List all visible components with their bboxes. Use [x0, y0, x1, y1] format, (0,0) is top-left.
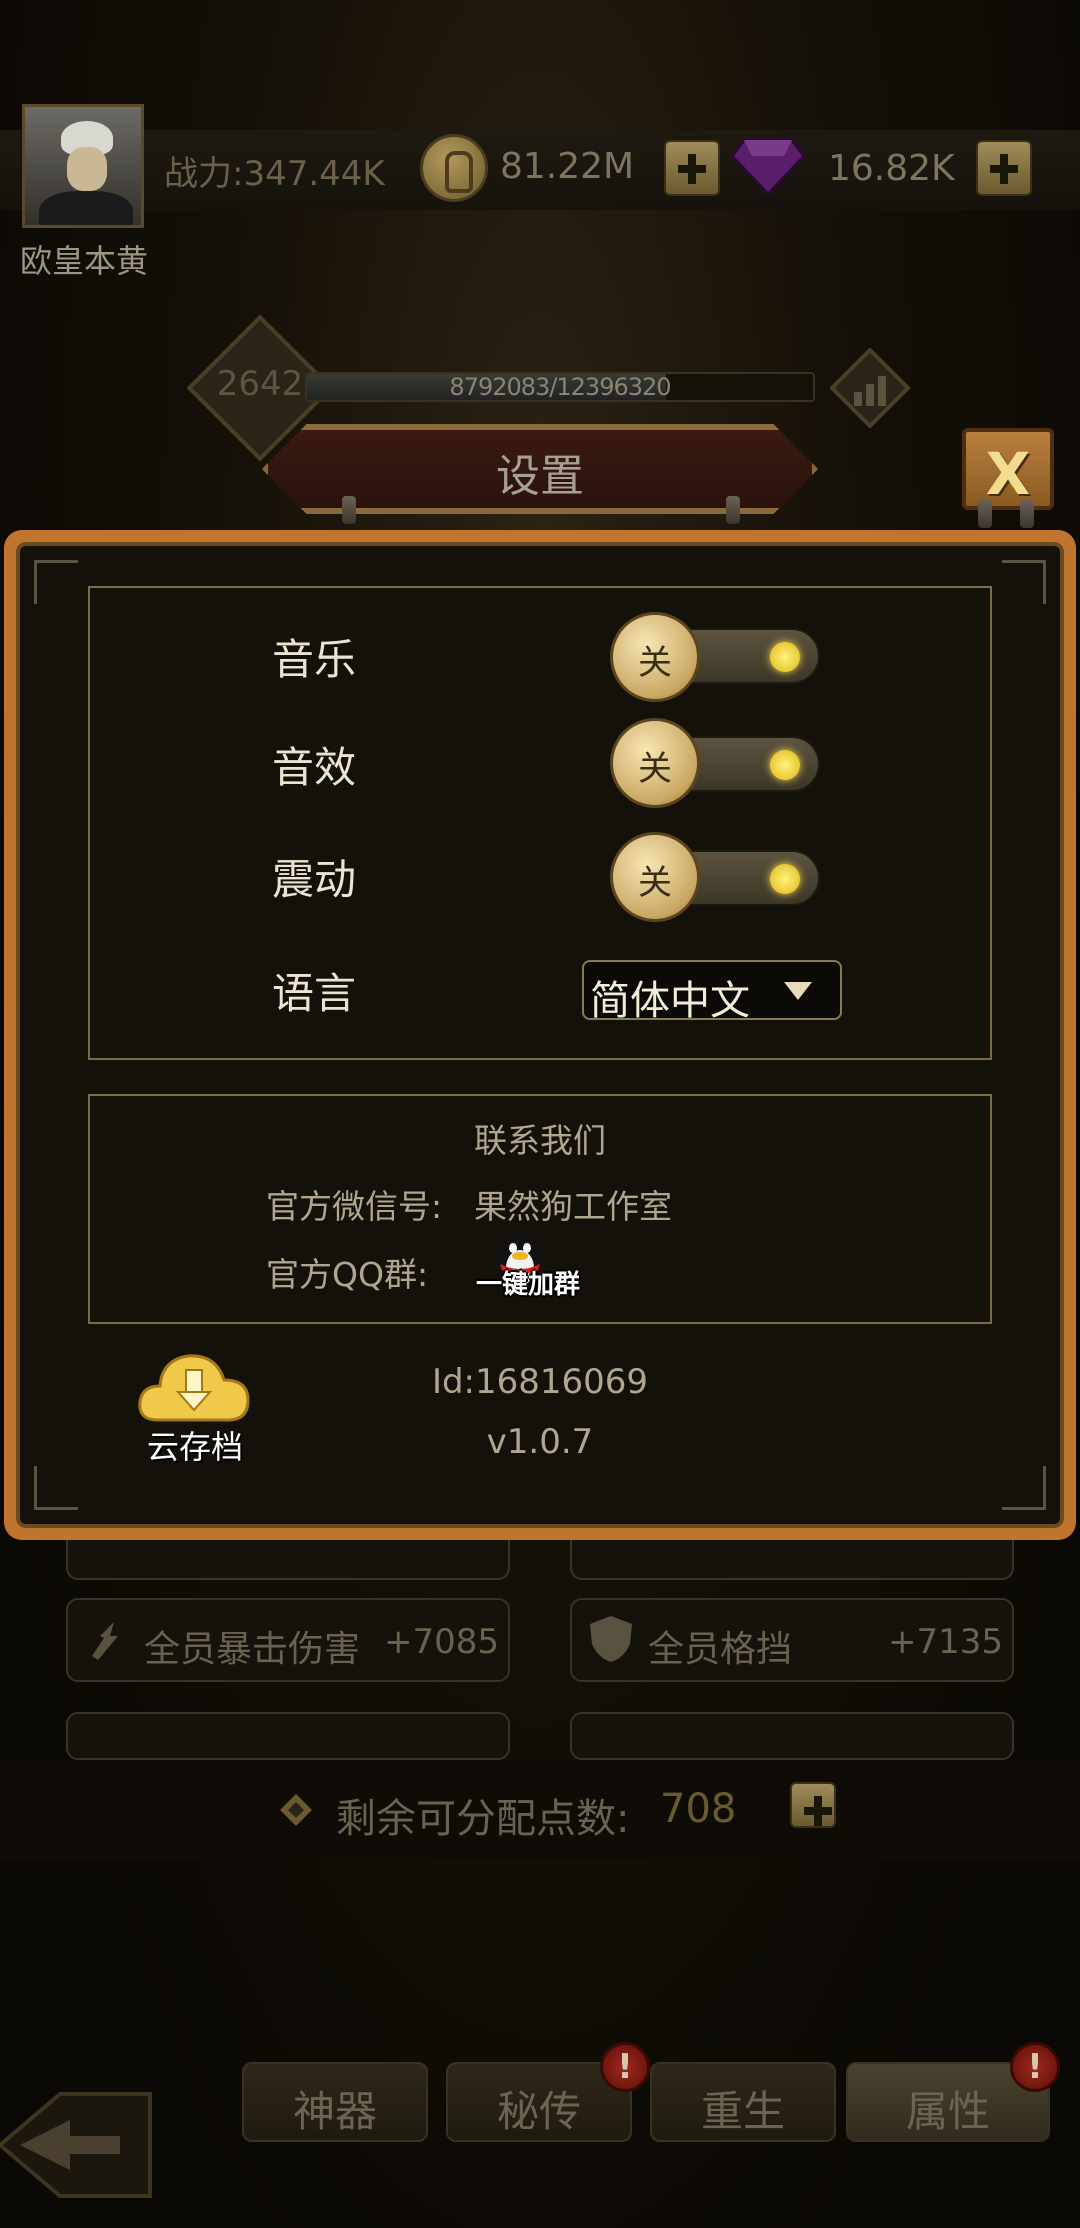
- toggle-knob-label: 关: [638, 643, 672, 683]
- corner-ornament: [1002, 1466, 1046, 1510]
- points-label: 剩余可分配点数:: [336, 1796, 630, 1842]
- xp-text: 8792083/12396320: [449, 373, 671, 401]
- app-version: v1.0.7: [486, 1422, 594, 1462]
- corner-ornament: [34, 1466, 78, 1510]
- cloud-save-icon[interactable]: [138, 1346, 250, 1426]
- close-icon: X: [985, 440, 1031, 508]
- tab-label: 神器: [292, 2087, 377, 2136]
- music-toggle-knob[interactable]: 关: [610, 612, 700, 702]
- language-label: 语言: [272, 969, 357, 1018]
- plaque-nail: [978, 500, 992, 528]
- language-select[interactable]: 简体中文: [582, 960, 842, 1024]
- settings-box: [88, 586, 992, 1060]
- stat-value: +7085: [384, 1622, 500, 1662]
- gold-coin-icon: [420, 134, 488, 202]
- game-screen: 欧皇本黄 战力:347.44K 81.22M 16.82K 2642 87920…: [0, 0, 1080, 2228]
- gold-amount: 81.22M: [500, 146, 635, 187]
- contact-title: 联系我们: [474, 1121, 606, 1160]
- stat-value: +7135: [888, 1622, 1004, 1662]
- close-button[interactable]: X: [962, 428, 1054, 510]
- music-label: 音乐: [272, 635, 357, 684]
- cloud-save-label[interactable]: 云存档: [120, 1422, 270, 1468]
- avatar-face: [67, 147, 107, 191]
- tab-label: 重生: [700, 2087, 785, 2136]
- vibration-toggle-knob[interactable]: 关: [610, 832, 700, 922]
- combat-power: 战力:347.44K: [164, 154, 385, 194]
- tab-label: 秘传: [496, 2087, 581, 2136]
- player-name: 欧皇本黄: [19, 242, 148, 280]
- diamond-icon: [280, 1794, 312, 1826]
- qq-group-label: 官方QQ群:: [266, 1255, 429, 1294]
- toggle-knob-label: 关: [638, 863, 672, 903]
- vibration-label: 震动: [272, 855, 357, 904]
- dialog-title: 设置: [496, 451, 584, 502]
- stat-label: 全员格挡: [648, 1629, 793, 1670]
- toggle-indicator-icon: [770, 642, 800, 672]
- sfx-toggle-knob[interactable]: 关: [610, 718, 700, 808]
- tab-rebirth[interactable]: 重生: [650, 2062, 836, 2142]
- stat-label: 全员暴击伤害: [144, 1629, 361, 1670]
- plaque-nail: [1020, 500, 1034, 528]
- toggle-knob-label: 关: [638, 749, 672, 789]
- plaque-nail: [342, 496, 356, 524]
- chevron-down-icon: [784, 982, 812, 1000]
- player-avatar[interactable]: [22, 104, 144, 228]
- add-gem-button[interactable]: [976, 140, 1032, 196]
- user-id: Id:16816069: [431, 1362, 649, 1402]
- crit-damage-icon: [92, 1622, 118, 1660]
- level-up-icon[interactable]: [830, 348, 910, 428]
- tab-label: 属性: [905, 2087, 990, 2136]
- toggle-indicator-icon: [770, 750, 800, 780]
- wechat-label: 官方微信号:: [266, 1187, 443, 1226]
- language-value: 简体中文: [590, 978, 750, 1024]
- shield-icon: [590, 1616, 632, 1662]
- add-gold-button[interactable]: [664, 140, 720, 196]
- add-points-button[interactable]: [790, 1782, 836, 1828]
- points-value: 708: [660, 1786, 737, 1832]
- avatar-body: [39, 191, 133, 225]
- back-arrow-icon[interactable]: [0, 2080, 160, 2210]
- wechat-value: 果然狗工作室: [474, 1187, 672, 1226]
- level-number: 2642: [216, 364, 304, 404]
- gem-amount: 16.82K: [828, 148, 955, 189]
- notification-badge-icon: [600, 2042, 650, 2092]
- gem-icon: [730, 138, 806, 196]
- plaque-nail: [726, 496, 740, 524]
- corner-ornament: [1002, 560, 1046, 604]
- qq-join-button[interactable]: 一键加群: [476, 1264, 580, 1301]
- stat-card-lifesteal: [66, 1712, 510, 1760]
- stat-card-lifesteal-effect: [570, 1712, 1014, 1760]
- toggle-indicator-icon: [770, 864, 800, 894]
- notification-badge-icon: [1010, 2042, 1060, 2092]
- corner-ornament: [34, 560, 78, 604]
- sfx-label: 音效: [272, 743, 357, 792]
- tab-artifact[interactable]: 神器: [242, 2062, 428, 2142]
